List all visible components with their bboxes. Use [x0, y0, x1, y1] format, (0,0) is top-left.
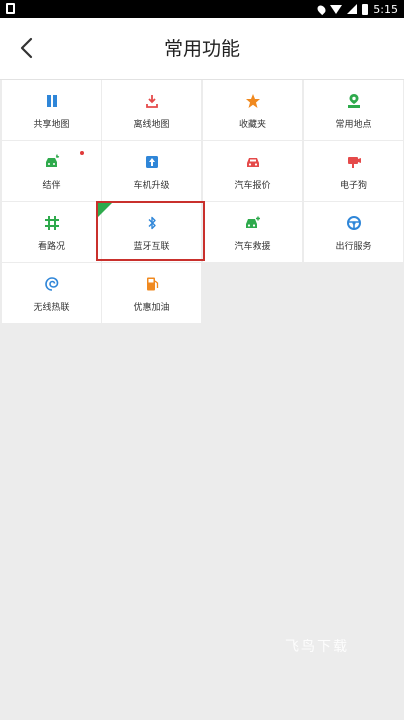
steering-wheel-icon	[346, 216, 361, 230]
feature-label: 优惠加油	[133, 303, 170, 313]
signal-icon	[347, 4, 358, 14]
feature-favorites[interactable]: 收藏夹	[203, 80, 302, 140]
feature-speed-camera[interactable]: 电子狗	[304, 141, 403, 201]
star-icon	[245, 94, 260, 108]
status-time: 5:15	[373, 2, 398, 16]
upgrade-icon	[145, 156, 158, 168]
car-rescue-icon	[245, 216, 260, 228]
traffic-icon	[44, 216, 59, 230]
download-icon	[145, 95, 158, 108]
chevron-left-icon	[20, 37, 33, 59]
back-button[interactable]	[14, 34, 42, 62]
page-title: 常用功能	[163, 38, 240, 60]
feature-label: 看路况	[37, 242, 65, 252]
feature-offline-map[interactable]: 离线地图	[102, 80, 201, 140]
feature-label: 蓝牙互联	[133, 242, 170, 252]
feature-label: 出行服务	[335, 242, 372, 252]
feature-label: 共享地图	[33, 120, 70, 130]
battery-icon	[362, 3, 369, 15]
new-badge	[98, 203, 112, 217]
feature-label: 汽车救援	[234, 242, 271, 252]
feature-wireless-link[interactable]: 无线热联	[2, 263, 101, 323]
notification-dot	[80, 151, 84, 155]
bluetooth-icon	[148, 216, 156, 230]
feature-bluetooth[interactable]: 蓝牙互联	[102, 202, 201, 262]
feature-travel-service[interactable]: 出行服务	[304, 202, 403, 262]
wireless-icon	[44, 277, 58, 291]
feature-car-rescue[interactable]: 汽车救援	[203, 202, 302, 262]
feature-car-upgrade[interactable]: 车机升级	[102, 141, 201, 201]
wifi-icon	[330, 4, 343, 14]
feature-label: 结伴	[42, 181, 61, 191]
feature-common-places[interactable]: 常用地点	[304, 80, 403, 140]
feature-label: 无线热联	[33, 303, 70, 313]
feature-share-map[interactable]: 共享地图	[2, 80, 101, 140]
feature-label: 车机升级	[133, 181, 170, 191]
location-icon	[316, 3, 328, 15]
map-icon	[46, 95, 57, 107]
car-companion-icon	[45, 154, 59, 167]
feature-label: 电子狗	[339, 181, 367, 191]
watermark: 飞鸟下载	[285, 639, 349, 655]
feature-companion[interactable]: 结伴	[2, 141, 101, 201]
camera-icon	[347, 157, 361, 168]
status-indicators: 5:15	[316, 1, 398, 17]
location-pin-icon	[347, 94, 360, 108]
header: 常用功能	[0, 18, 404, 80]
feature-traffic[interactable]: 看路况	[2, 202, 101, 262]
feature-label: 离线地图	[133, 120, 170, 130]
feature-label: 常用地点	[335, 120, 372, 130]
status-bar: 5:15	[0, 0, 404, 18]
feature-fuel-discount[interactable]: 优惠加油	[102, 263, 201, 323]
feature-label: 汽车报价	[234, 181, 271, 191]
notification-icon	[6, 3, 15, 14]
fuel-icon	[146, 277, 158, 291]
feature-car-price[interactable]: 汽车报价	[203, 141, 302, 201]
feature-label: 收藏夹	[238, 120, 266, 130]
car-price-icon	[246, 158, 259, 167]
